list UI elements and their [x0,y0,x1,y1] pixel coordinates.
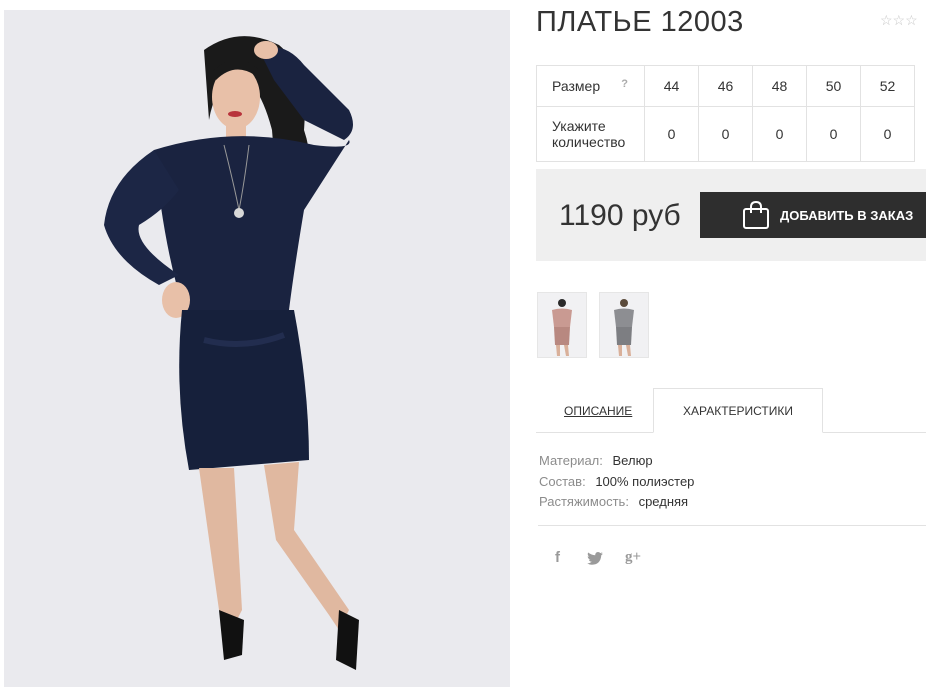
quantity-input[interactable]: 0 [644,106,699,162]
section-divider [538,525,926,526]
size-help-icon[interactable]: ? [621,78,628,90]
add-to-order-button[interactable]: ДОБАВИТЬ В ЗАКАЗ [700,192,926,238]
twitter-bird-glyph [587,552,603,565]
thumbnail-grey-dress[interactable] [599,292,649,358]
tab-description[interactable]: ОПИСАНИЕ [564,404,632,418]
characteristic-value: Велюр [612,453,653,468]
characteristic-key: Растяжимость: [539,494,629,509]
characteristic-row: Материал: Велюр [539,451,694,472]
thumbnail-pink-dress[interactable] [537,292,587,358]
size-cell: 50 [806,65,861,107]
quantity-label: Укажите количество [536,106,645,162]
pink-dress-thumbnail-image [552,299,572,356]
quantity-input[interactable]: 0 [806,106,861,162]
quantity-input[interactable]: 0 [860,106,915,162]
add-to-order-label: ДОБАВИТЬ В ЗАКАЗ [780,208,914,223]
size-cell: 48 [752,65,807,107]
size-row: Размер ? 44 46 48 50 52 [536,65,915,107]
characteristic-key: Состав: [539,473,586,489]
product-price: 1190 руб [559,199,681,232]
rating-stars[interactable]: ☆☆☆ [880,12,918,29]
model-in-dress-illustration [104,36,359,670]
size-label: Размер [552,78,601,94]
size-quantity-table: Размер ? 44 46 48 50 52 Укажите количест… [536,65,915,162]
size-cell: 46 [698,65,753,107]
product-title: ПЛАТЬЕ 12003 [536,6,744,38]
google-plus-icon[interactable]: g+ [625,549,641,566]
shopping-bag-icon [743,200,769,229]
price-panel: 1190 руб ДОБАВИТЬ В ЗАКАЗ [536,169,926,261]
facebook-icon[interactable]: f [555,549,560,566]
size-label-cell: Размер ? [536,65,645,107]
characteristic-row: Растяжимость: средняя [539,492,694,513]
quantity-label-line2: количество [552,134,626,150]
size-cell: 44 [644,65,699,107]
quantity-input[interactable]: 0 [752,106,807,162]
quantity-label-line1: Укажите [552,118,606,134]
characteristic-value: 100% полиэстер [595,473,695,489]
characteristic-value: средняя [638,494,689,509]
size-cell: 52 [860,65,915,107]
quantity-input[interactable]: 0 [698,106,753,162]
grey-dress-thumbnail-image [614,299,634,356]
characteristic-row: Состав: 100% полиэстер [539,472,694,493]
characteristic-key: Материал: [539,453,603,468]
twitter-icon[interactable] [587,552,603,570]
characteristics-list: Материал: Велюр Состав: 100% полиэстер Р… [539,451,694,513]
product-photo[interactable] [4,10,510,687]
tab-characteristics[interactable]: ХАРАКТЕРИСТИКИ [653,388,823,433]
quantity-row: Укажите количество 0 0 0 0 0 [536,106,915,162]
